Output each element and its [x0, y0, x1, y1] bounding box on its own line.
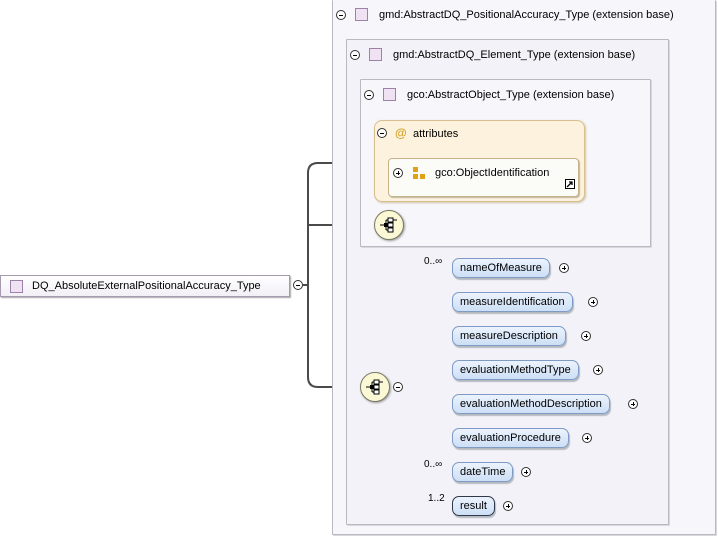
panel-object-title: gco:AbstractObject_Type (extension base) [407, 89, 615, 101]
sequence-compositor-icon[interactable] [374, 210, 404, 240]
collapse-element-icon[interactable] [350, 50, 360, 60]
expand-measure-description-icon[interactable] [581, 331, 591, 341]
element-evaluation-method-type[interactable]: evaluationMethodType [452, 360, 579, 380]
root-type-box[interactable]: DQ_AbsoluteExternalPositionalAccuracy_Ty… [0, 275, 290, 297]
expand-date-time-icon[interactable] [521, 467, 531, 477]
attribute-group-label: gco:ObjectIdentification [435, 167, 550, 179]
collapse-sequence-icon[interactable] [393, 382, 403, 392]
element-date-time[interactable]: dateTime [452, 462, 514, 482]
expand-name-of-measure-icon[interactable] [559, 263, 569, 273]
sequence-compositor-icon[interactable] [360, 372, 390, 402]
complex-type-icon [10, 280, 23, 293]
element-evaluation-method-description[interactable]: evaluationMethodDescription [452, 394, 610, 414]
collapse-positional-icon[interactable] [336, 10, 346, 20]
element-measure-identification[interactable]: measureIdentification [452, 292, 573, 312]
element-result[interactable]: result [452, 496, 495, 516]
complex-type-icon [383, 88, 396, 101]
reference-arrow-icon[interactable] [565, 179, 575, 189]
occurrence-label: 0..∞ [424, 256, 443, 267]
attributes-box: @ attributes gco:ObjectIdentification [374, 120, 585, 202]
attribute-group-box[interactable]: gco:ObjectIdentification [388, 158, 579, 197]
root-type-label: DQ_AbsoluteExternalPositionalAccuracy_Ty… [32, 280, 261, 292]
expand-evaluation-method-description-icon[interactable] [628, 399, 638, 409]
expand-result-icon[interactable] [503, 501, 513, 511]
complex-type-icon [355, 8, 368, 21]
attribute-at-icon: @ [395, 126, 407, 140]
element-name-of-measure[interactable]: nameOfMeasure [452, 258, 550, 278]
attributes-label: attributes [413, 128, 459, 140]
complex-type-icon [369, 48, 382, 61]
expand-measure-identification-icon[interactable] [588, 297, 598, 307]
attribute-group-icon [413, 167, 425, 179]
collapse-object-icon[interactable] [364, 90, 374, 100]
expand-attribute-group-icon[interactable] [393, 168, 403, 178]
panel-element-title: gmd:AbstractDQ_Element_Type (extension b… [393, 49, 636, 61]
expand-evaluation-procedure-icon[interactable] [582, 433, 592, 443]
occurrence-label: 1..2 [428, 493, 445, 504]
expand-evaluation-method-type-icon[interactable] [593, 365, 603, 375]
element-measure-description[interactable]: measureDescription [452, 326, 566, 346]
element-evaluation-procedure[interactable]: evaluationProcedure [452, 428, 569, 448]
panel-positional-title: gmd:AbstractDQ_PositionalAccuracy_Type (… [379, 9, 674, 21]
collapse-root-icon[interactable] [293, 280, 303, 290]
collapse-attributes-icon[interactable] [377, 128, 387, 138]
occurrence-label: 0..∞ [424, 459, 443, 470]
